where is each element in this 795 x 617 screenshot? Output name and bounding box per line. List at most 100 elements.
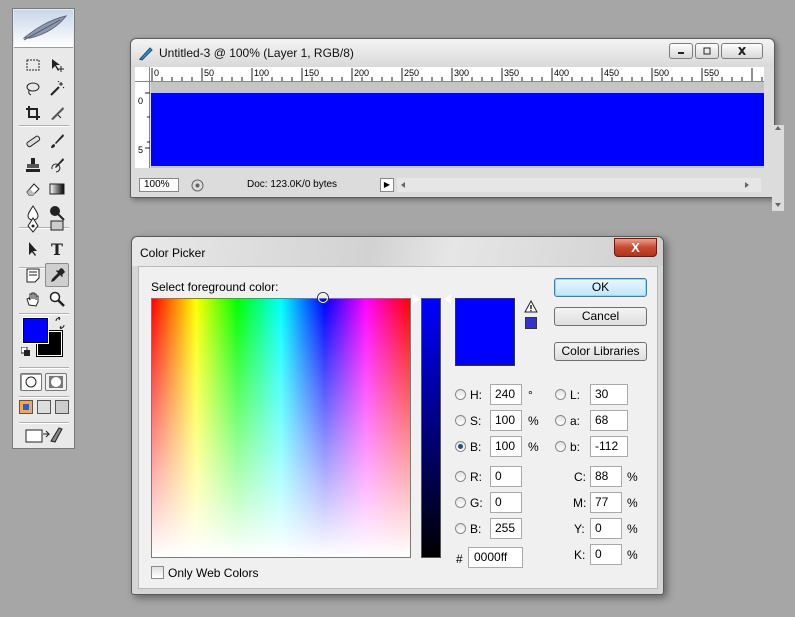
green-label: G: (470, 496, 483, 510)
image-canvas[interactable] (151, 93, 764, 166)
pen-tool-icon[interactable] (21, 213, 45, 237)
dialog-close-button[interactable]: X (614, 238, 657, 257)
hue-radio[interactable] (455, 389, 466, 400)
quick-mask-mode-button[interactable] (45, 373, 67, 391)
brightness-label: B: (470, 440, 482, 454)
new-color-swatch (455, 298, 515, 366)
healing-brush-tool-icon[interactable] (21, 129, 45, 153)
brush-tool-icon[interactable] (45, 129, 69, 153)
ruler-origin[interactable] (135, 67, 150, 82)
cyan-unit: % (627, 470, 638, 484)
lab-a-label: a: (570, 414, 581, 428)
full-screen-menu-mode-icon[interactable] (37, 400, 51, 414)
lab-a-radio[interactable] (555, 415, 566, 426)
red-input[interactable]: 0 (490, 466, 522, 487)
vertical-scrollbar[interactable] (772, 125, 784, 211)
jump-to-imageready-icon[interactable] (25, 426, 63, 447)
slider-left-arrow-icon[interactable] (413, 294, 420, 304)
saturation-unit: % (528, 414, 539, 428)
cancel-button[interactable]: Cancel (554, 307, 647, 326)
close-icon (738, 47, 746, 55)
lab-l-input[interactable]: 30 (590, 384, 628, 405)
saturation-input[interactable]: 100 (490, 410, 522, 431)
lab-l-radio[interactable] (555, 389, 566, 400)
yellow-input[interactable]: 0 (590, 518, 622, 539)
brightness-slider[interactable] (421, 298, 441, 558)
color-field-marker[interactable] (318, 293, 328, 303)
move-tool-icon[interactable] (45, 53, 69, 77)
path-selection-tool-icon[interactable] (21, 237, 45, 261)
clone-stamp-tool-icon[interactable] (21, 153, 45, 177)
zoom-tool-icon[interactable] (45, 287, 69, 311)
horizontal-scrollbar[interactable] (397, 178, 761, 192)
document-size-info: Doc: 123.0K/0 bytes (247, 179, 338, 190)
close-button[interactable] (721, 43, 763, 59)
minimize-button[interactable] (669, 43, 693, 59)
ok-button[interactable]: OK (554, 278, 647, 297)
color-libraries-button[interactable]: Color Libraries (554, 342, 647, 361)
lasso-tool-icon[interactable] (21, 77, 45, 101)
standard-screen-mode-icon[interactable] (19, 400, 33, 414)
lab-b-input[interactable]: -112 (590, 436, 628, 457)
slider-right-arrow-icon[interactable] (444, 294, 451, 304)
red-radio[interactable] (455, 471, 466, 482)
color-field[interactable] (151, 293, 411, 558)
type-tool-icon[interactable]: T (45, 237, 69, 261)
lab-a-input[interactable]: 68 (590, 410, 628, 431)
brightness-row: B: 100 % (455, 436, 545, 457)
hand-tool-icon[interactable] (21, 287, 45, 311)
saturation-radio[interactable] (455, 415, 466, 426)
cyan-input[interactable]: 88 (590, 466, 622, 487)
magenta-input[interactable]: 77 (590, 492, 622, 513)
feather-logo-icon (22, 15, 68, 41)
status-menu-arrow-icon[interactable]: ▶ (380, 178, 394, 192)
marquee-tool-icon[interactable] (21, 53, 45, 77)
only-web-colors-checkbox[interactable] (151, 566, 164, 579)
horizontal-ruler[interactable]: 0 50 100 150 200 250 300 350 400 450 500 550 (150, 67, 764, 82)
web-safe-color-swatch[interactable] (525, 317, 537, 329)
status-info-icon[interactable] (191, 179, 204, 192)
brightness-unit: % (528, 440, 539, 454)
blue-radio[interactable] (455, 523, 466, 534)
default-colors-icon[interactable] (21, 347, 31, 357)
hex-input[interactable]: 0000ff (468, 547, 523, 568)
tool-group-utility (21, 263, 69, 311)
scroll-arrows-icon (775, 126, 781, 207)
hue-input[interactable]: 240 (490, 384, 522, 405)
canvas-area[interactable] (151, 82, 784, 211)
minimize-icon (678, 52, 684, 54)
magenta-label: M: (573, 496, 587, 510)
svg-text:T: T (51, 241, 63, 257)
color-picker-title: Color Picker (140, 246, 206, 260)
brightness-input[interactable]: 100 (490, 436, 522, 457)
blue-input[interactable]: 255 (490, 518, 522, 539)
restore-button[interactable] (695, 43, 719, 59)
eyedropper-tool-icon[interactable] (45, 263, 69, 287)
document-title-bar[interactable]: Untitled-3 @ 100% (Layer 1, RGB/8) (131, 39, 774, 67)
brightness-radio[interactable] (455, 441, 466, 452)
notes-tool-icon[interactable] (21, 263, 45, 287)
green-radio[interactable] (455, 497, 466, 508)
eraser-tool-icon[interactable] (21, 177, 45, 201)
slice-tool-icon[interactable] (45, 101, 69, 125)
full-screen-mode-icon[interactable] (55, 400, 69, 414)
history-brush-tool-icon[interactable] (45, 153, 69, 177)
gradient-tool-icon[interactable] (45, 177, 69, 201)
standard-mode-button[interactable] (20, 373, 42, 391)
black-input[interactable]: 0 (590, 544, 622, 565)
green-input[interactable]: 0 (490, 492, 522, 513)
rectangle-tool-icon[interactable] (45, 213, 69, 237)
red-label: R: (470, 470, 482, 484)
ruler-label-250: 250 (404, 68, 419, 78)
vertical-ruler[interactable]: 0 5 (135, 82, 150, 168)
foreground-color-swatch[interactable] (22, 317, 49, 344)
swap-colors-icon[interactable] (54, 317, 66, 329)
lab-b-row: b: -112 (555, 436, 645, 457)
crop-tool-icon[interactable] (21, 101, 45, 125)
zoom-level-field[interactable]: 100% (139, 178, 179, 192)
ruler-label-300: 300 (454, 68, 469, 78)
out-of-gamut-warning-icon[interactable] (524, 300, 538, 313)
magic-wand-tool-icon[interactable] (45, 77, 69, 101)
color-picker-title-bar[interactable]: Color Picker X (132, 237, 663, 266)
lab-b-radio[interactable] (555, 441, 566, 452)
